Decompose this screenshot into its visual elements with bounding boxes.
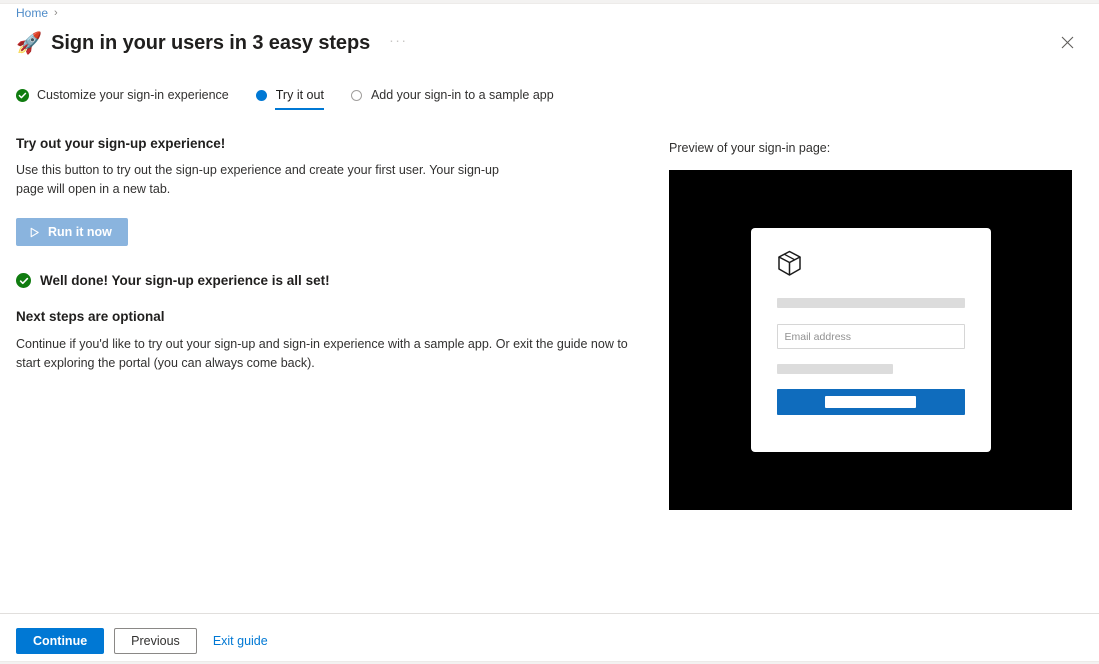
check-circle-icon (16, 88, 29, 102)
window-top-strip (0, 0, 1099, 4)
page-title: Sign in your users in 3 easy steps (51, 31, 371, 54)
preview-submit-button[interactable] (776, 389, 965, 415)
rocket-icon: 🚀 (16, 31, 43, 55)
page-header: 🚀 Sign in your users in 3 easy steps ··· (16, 26, 1083, 60)
well-done-status: Well done! Your sign-up experience is al… (16, 273, 641, 288)
check-circle-icon (16, 273, 31, 288)
preview-title-placeholder-bar (776, 298, 965, 308)
well-done-text: Well done! Your sign-up experience is al… (40, 273, 330, 288)
breadcrumb-item-home[interactable]: Home (16, 6, 48, 20)
step-tab-label: Try it out (275, 88, 324, 102)
preview-secondary-placeholder-bar (776, 364, 894, 374)
section-heading: Try out your sign-up experience! (16, 136, 226, 151)
close-icon (1061, 36, 1074, 49)
filled-circle-icon (255, 89, 267, 101)
cube-box-icon (777, 250, 965, 277)
section-description: Use this button to try out the sign-up e… (16, 163, 499, 196)
main-content: Try out your sign-up experience! Use thi… (16, 136, 641, 373)
run-it-now-button[interactable]: Run it now (16, 218, 128, 246)
guide-page: Home › 🚀 Sign in your users in 3 easy st… (0, 0, 1099, 664)
preview-email-input[interactable]: Email address (776, 324, 965, 349)
step-tab-customize[interactable]: Customize your sign-in experience (16, 88, 229, 110)
step-tab-try-it-out[interactable]: Try it out (255, 88, 325, 110)
preview-submit-label-bar (825, 396, 916, 408)
preview-panel: Preview of your sign-in page: Email addr… (669, 141, 1072, 510)
next-steps-description: Continue if you'd like to try out your s… (16, 337, 628, 371)
preview-stage: Email address (669, 170, 1072, 510)
empty-circle-icon (350, 89, 362, 101)
previous-button[interactable]: Previous (114, 628, 197, 654)
step-tab-label: Customize your sign-in experience (37, 88, 229, 102)
preview-label: Preview of your sign-in page: (669, 141, 831, 155)
preview-signin-card: Email address (750, 228, 991, 452)
breadcrumb: Home › (16, 6, 58, 20)
more-options-icon[interactable]: ··· (389, 32, 408, 54)
step-tab-label: Add your sign-in to a sample app (370, 88, 554, 102)
play-triangle-icon (29, 227, 40, 238)
step-tabs: Customize your sign-in experience Try it… (16, 88, 554, 110)
run-it-now-label: Run it now (48, 225, 112, 239)
next-steps-heading: Next steps are optional (16, 309, 165, 324)
exit-guide-link[interactable]: Exit guide (207, 634, 274, 648)
chevron-right-icon: › (54, 6, 58, 19)
close-button[interactable] (1051, 26, 1083, 58)
step-tab-sample-app[interactable]: Add your sign-in to a sample app (350, 88, 554, 110)
footer-actions: Continue Previous Exit guide (16, 628, 274, 654)
footer-divider (0, 613, 1099, 614)
continue-button[interactable]: Continue (16, 628, 105, 654)
